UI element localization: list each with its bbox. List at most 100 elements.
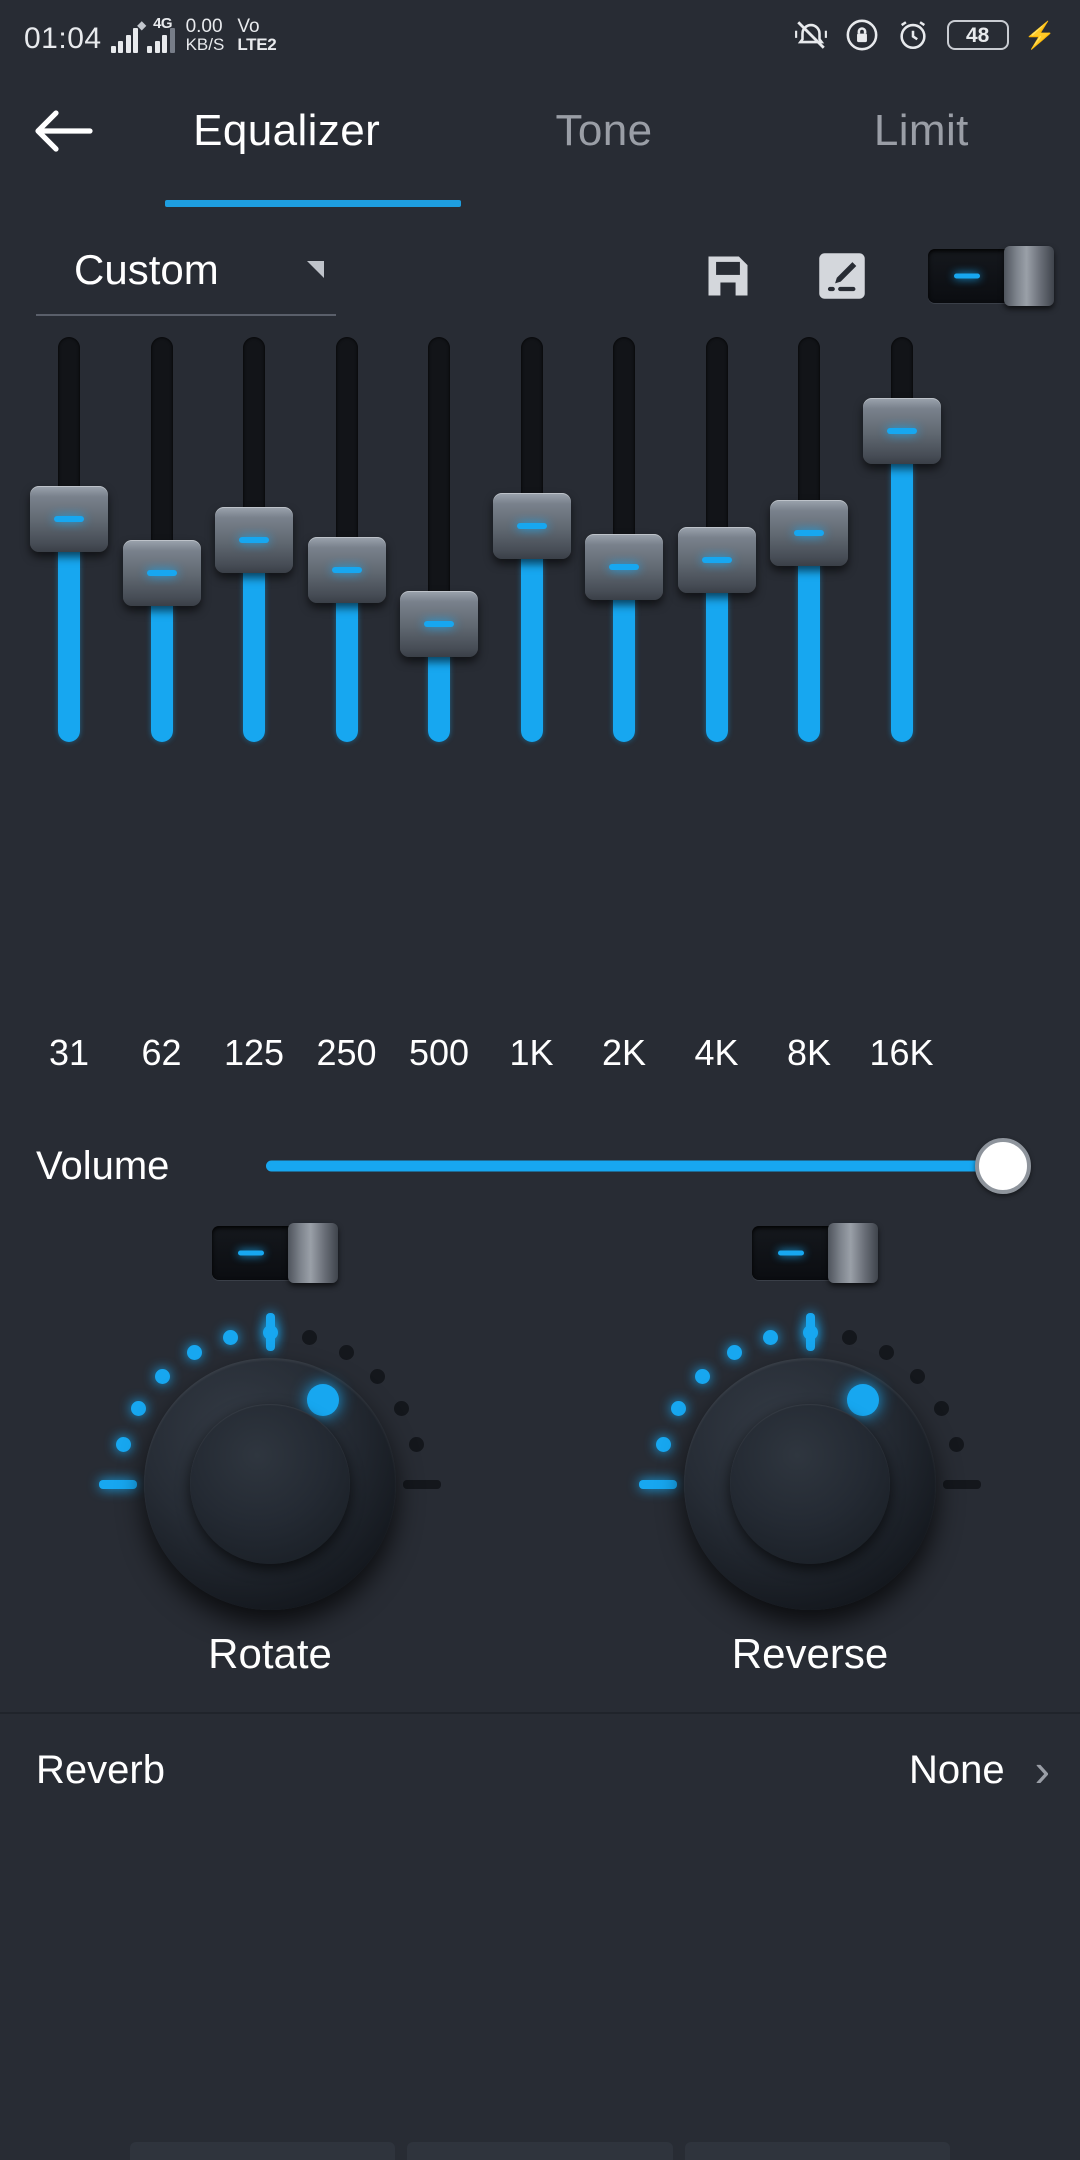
volume-thumb[interactable] <box>975 1138 1032 1194</box>
knob-scale-dot-lit <box>99 1480 137 1489</box>
reverb-label: Reverb <box>36 1747 165 1792</box>
edit-icon <box>819 253 865 299</box>
eq-band-label: 250 <box>316 1032 377 1073</box>
eq-band-1k[interactable] <box>486 332 578 1032</box>
knob-label: Reverse <box>731 1630 889 1677</box>
bottom-strip-item <box>130 2142 396 2160</box>
toggle-knob <box>288 1223 338 1283</box>
knob-rotate: Rotate <box>0 1223 540 1678</box>
eq-band-500[interactable] <box>393 332 485 1032</box>
rotation-lock-icon <box>845 18 879 52</box>
knob-body[interactable] <box>144 1358 396 1610</box>
volte-bottom-label: LTE2 <box>237 35 277 55</box>
knob-scale-dot-lit <box>130 1400 146 1416</box>
eq-band-31[interactable] <box>23 332 115 1032</box>
rotate-toggle[interactable] <box>212 1223 338 1283</box>
back-button[interactable] <box>0 103 128 159</box>
eq-band-thumb[interactable] <box>770 499 848 566</box>
equalizer-band-labels: 31 62 125 250 500 1K 2K 4K 8K 16K <box>0 1032 1080 1102</box>
eq-band-4k[interactable] <box>671 332 763 1032</box>
data-rate-value: 0.00 <box>185 15 223 37</box>
knob-scale-dot-lit <box>639 1480 677 1489</box>
edit-preset-button[interactable] <box>814 248 870 304</box>
knob-scale-dot-lit <box>670 1400 686 1416</box>
eq-band-2k[interactable] <box>578 332 670 1032</box>
knob-scale-dot-lit <box>655 1437 671 1453</box>
knob-scale-dot-unlit <box>841 1329 857 1345</box>
knob-scale-dot-lit <box>695 1369 711 1385</box>
eq-band-thumb[interactable] <box>677 526 756 593</box>
knob-scale-dot-unlit <box>301 1329 317 1345</box>
eq-band-fill <box>58 519 80 742</box>
bottom-strip-item <box>684 2142 950 2160</box>
knob-label: Rotate <box>208 1630 332 1677</box>
eq-band-label: 2K <box>601 1032 647 1073</box>
knob-body[interactable] <box>684 1358 936 1610</box>
status-time: 01:04 <box>24 22 102 56</box>
toggle-knob <box>828 1223 878 1283</box>
active-tab-indicator <box>165 200 461 207</box>
eq-band-250[interactable] <box>301 332 393 1032</box>
signal-bars-icon <box>110 27 139 54</box>
tab-limit[interactable]: Limit <box>763 70 1080 192</box>
knob-cap <box>730 1404 890 1564</box>
effect-knobs: Rotate Reverse <box>0 1223 1080 1678</box>
data-rate-unit: KB/S <box>185 35 225 55</box>
save-icon <box>708 256 748 296</box>
knob-scale-dot-lit <box>186 1344 202 1360</box>
eq-band-thumb[interactable] <box>30 486 108 553</box>
alarm-icon <box>896 18 930 52</box>
data-arrows-icon: ◆ <box>137 18 147 33</box>
equalizer-power-toggle[interactable] <box>928 246 1054 306</box>
knob-scale-dot-lit <box>223 1329 239 1345</box>
eq-band-16k[interactable] <box>856 332 948 1032</box>
eq-band-62[interactable] <box>116 332 208 1032</box>
eq-band-thumb[interactable] <box>122 540 201 607</box>
status-bar-right: 48 ⚡ <box>794 18 1056 52</box>
save-preset-button[interactable] <box>700 248 756 304</box>
knob-scale-dot-unlit <box>394 1400 410 1416</box>
volume-row: Volume <box>0 1118 1080 1214</box>
knob-scale-dot-unlit <box>369 1369 385 1385</box>
toggle-knob <box>1004 246 1054 306</box>
preset-selected-label: Custom <box>74 246 219 293</box>
tab-equalizer[interactable]: Equalizer <box>128 70 445 192</box>
eq-band-label: 500 <box>408 1032 470 1073</box>
volte-icon: Vo LTE2 <box>237 16 277 55</box>
eq-band-thumb[interactable] <box>400 591 478 658</box>
knob-center-tick <box>265 1313 275 1351</box>
vibrate-off-icon <box>794 18 828 52</box>
back-arrow-icon <box>35 110 93 152</box>
volume-fill <box>266 1160 1004 1172</box>
eq-band-label: 125 <box>223 1032 285 1073</box>
eq-band-125[interactable] <box>208 332 300 1032</box>
preset-actions <box>700 246 1054 306</box>
knob-scale-dot-unlit <box>949 1437 965 1453</box>
eq-band-thumb[interactable] <box>862 398 941 465</box>
knob-position-indicator <box>847 1384 879 1416</box>
network-type-label: 4G <box>153 15 173 33</box>
reverb-row[interactable]: Reverb None › <box>0 1714 1080 1826</box>
eq-band-thumb[interactable] <box>307 537 386 603</box>
tab-tone[interactable]: Tone <box>445 70 762 192</box>
eq-band-label: 4K <box>694 1032 739 1073</box>
eq-band-label: 31 <box>48 1032 90 1073</box>
eq-band-thumb[interactable] <box>492 492 571 559</box>
data-rate: 0.00 KB/S <box>185 15 225 55</box>
knob-scale-dot-lit <box>155 1369 171 1385</box>
battery-level-label: 48 <box>965 23 990 47</box>
preset-dropdown[interactable]: Custom <box>36 236 336 316</box>
eq-band-thumb[interactable] <box>215 506 293 573</box>
knob-position-indicator <box>307 1384 339 1416</box>
knob-scale-dot-unlit <box>338 1344 354 1360</box>
reverse-toggle[interactable] <box>752 1223 878 1283</box>
reverse-knob[interactable] <box>639 1302 981 1610</box>
toggle-indicator-dash <box>778 1250 804 1256</box>
eq-band-8k[interactable] <box>763 332 855 1032</box>
knob-scale-dot-lit <box>115 1437 131 1453</box>
volume-slider[interactable] <box>266 1136 1032 1196</box>
rotate-knob[interactable] <box>99 1302 441 1610</box>
battery-icon: 48 <box>946 20 1009 50</box>
bottom-partial-strip <box>0 2142 1080 2160</box>
eq-band-thumb[interactable] <box>585 533 663 600</box>
